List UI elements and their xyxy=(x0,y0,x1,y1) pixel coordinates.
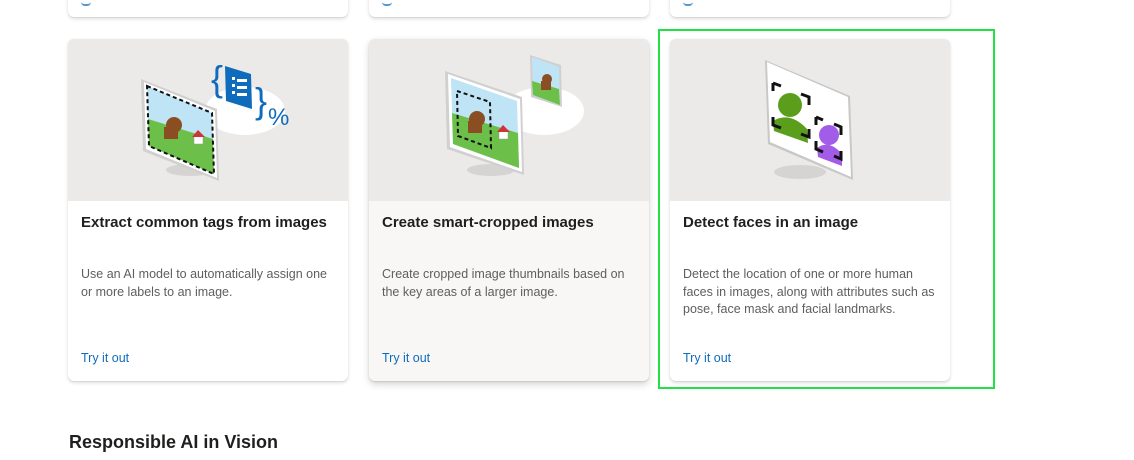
svg-text:{: { xyxy=(211,58,223,99)
section-heading: Responsible AI in Vision xyxy=(69,432,279,452)
card-extract-tags[interactable]: { } % Extract common tags from images Us… xyxy=(68,39,348,381)
card-title: Extract common tags from images xyxy=(81,214,327,231)
card-description: Detect the location of one or more human… xyxy=(683,267,935,316)
try-it-out-link[interactable]: Try it out xyxy=(683,350,731,366)
card-title: Detect faces in an image xyxy=(683,214,859,231)
svg-text:%: % xyxy=(268,104,289,131)
svg-text:}: } xyxy=(255,80,267,121)
tag-extraction-illustration: { } % xyxy=(68,39,348,201)
card-detect-faces[interactable]: Detect faces in an image Detect the loca… xyxy=(670,39,950,381)
previous-card-3[interactable] xyxy=(670,0,950,17)
card-description: Use an AI model to automatically assign … xyxy=(81,267,327,299)
smart-crop-illustration xyxy=(369,39,649,201)
card-title: Create smart-cropped images xyxy=(382,214,594,231)
card-description: Create cropped image thumbnails based on… xyxy=(382,267,625,299)
face-detection-illustration xyxy=(670,39,950,201)
previous-card-1[interactable] xyxy=(68,0,348,17)
try-it-out-link[interactable]: Try it out xyxy=(81,350,129,366)
card-smart-crop[interactable]: Create smart-cropped images Create cropp… xyxy=(369,39,649,381)
previous-card-link[interactable] xyxy=(81,0,91,6)
previous-card-link[interactable] xyxy=(382,0,392,6)
try-it-out-link[interactable]: Try it out xyxy=(382,350,430,366)
previous-card-link[interactable] xyxy=(683,0,693,6)
previous-card-2[interactable] xyxy=(369,0,649,17)
